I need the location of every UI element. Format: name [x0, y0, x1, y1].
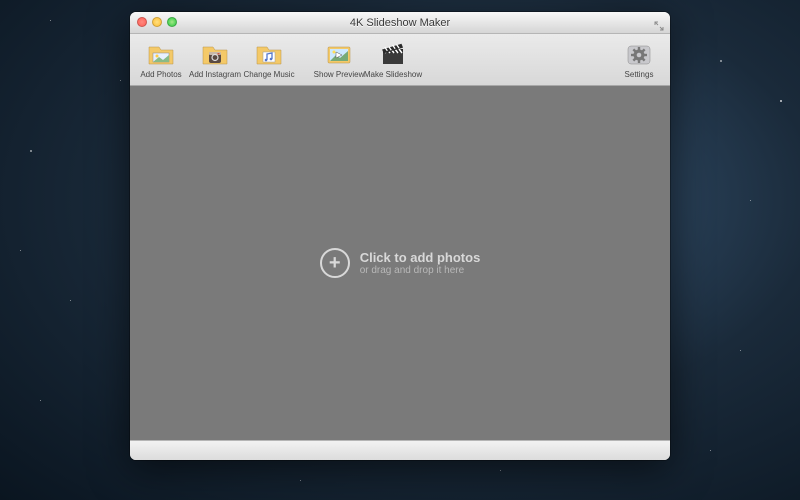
- add-instagram-button[interactable]: Add Instagram: [190, 41, 240, 79]
- minimize-button[interactable]: [152, 17, 162, 27]
- gear-icon: [625, 41, 653, 69]
- close-button[interactable]: [137, 17, 147, 27]
- add-photos-button[interactable]: Add Photos: [136, 41, 186, 79]
- dropzone-title: Click to add photos: [360, 250, 481, 265]
- app-window: 4K Slideshow Maker Add Photos: [130, 12, 670, 460]
- preview-icon: [325, 41, 353, 69]
- change-music-button[interactable]: Change Music: [244, 41, 294, 79]
- make-slideshow-label: Make Slideshow: [364, 70, 422, 79]
- clapperboard-icon: [379, 41, 407, 69]
- window-controls: [137, 17, 177, 27]
- toolbar: Add Photos Add Instagram: [130, 34, 670, 86]
- fullscreen-icon[interactable]: [654, 18, 664, 28]
- zoom-button[interactable]: [167, 17, 177, 27]
- folder-photo-icon: [147, 41, 175, 69]
- add-photos-dropzone[interactable]: + Click to add photos or drag and drop i…: [320, 248, 481, 278]
- settings-label: Settings: [625, 70, 654, 79]
- content-area: + Click to add photos or drag and drop i…: [130, 86, 670, 440]
- folder-music-icon: [255, 41, 283, 69]
- settings-button[interactable]: Settings: [614, 41, 664, 79]
- window-title: 4K Slideshow Maker: [350, 17, 450, 29]
- change-music-label: Change Music: [243, 70, 294, 79]
- folder-instagram-icon: [201, 41, 229, 69]
- show-preview-button[interactable]: Show Preview: [314, 41, 364, 79]
- add-instagram-label: Add Instagram: [189, 70, 241, 79]
- statusbar: [130, 440, 670, 460]
- plus-icon: +: [320, 248, 350, 278]
- dropzone-subtitle: or drag and drop it here: [360, 265, 481, 276]
- make-slideshow-button[interactable]: Make Slideshow: [368, 41, 418, 79]
- add-photos-label: Add Photos: [140, 70, 181, 79]
- titlebar: 4K Slideshow Maker: [130, 12, 670, 34]
- show-preview-label: Show Preview: [314, 70, 365, 79]
